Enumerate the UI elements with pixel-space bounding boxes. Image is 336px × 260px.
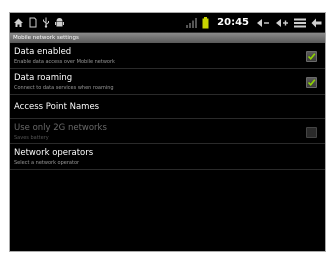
home-icon[interactable] <box>13 17 24 28</box>
battery-icon <box>202 16 209 28</box>
sd-card-icon <box>29 17 37 28</box>
data-roaming-checkbox[interactable] <box>306 77 317 88</box>
use-2g-only-summary: Saves battery <box>14 135 49 141</box>
check-icon <box>307 53 316 61</box>
volume-up-icon[interactable] <box>275 18 289 28</box>
data-roaming-title: Data roaming <box>14 73 73 83</box>
access-point-names-title: Access Point Names <box>14 102 100 112</box>
use-2g-only-item: Use only 2G networks Saves battery <box>10 119 325 144</box>
use-2g-only-checkbox <box>306 127 317 138</box>
device-screen: 20:45 Mobile network settings Data enabl… <box>9 12 326 252</box>
network-operators-item[interactable]: Network operators Select a network opera… <box>10 144 325 170</box>
menu-icon[interactable] <box>294 18 306 28</box>
page-title: Mobile network settings <box>13 35 79 41</box>
clock: 20:45 <box>217 17 249 28</box>
data-enabled-summary: Enable data access over Mobile network <box>14 59 115 65</box>
use-2g-only-title: Use only 2G networks <box>14 123 107 133</box>
check-icon <box>307 79 316 87</box>
settings-title-bar: Mobile network settings <box>10 33 325 43</box>
android-debug-icon <box>55 18 64 27</box>
back-icon[interactable] <box>311 18 322 28</box>
signal-icon <box>186 18 198 28</box>
network-operators-summary: Select a network operator <box>14 160 80 166</box>
data-enabled-item[interactable]: Data enabled Enable data access over Mob… <box>10 43 325 69</box>
data-roaming-summary: Connect to data services when roaming <box>14 85 114 91</box>
status-bar: 20:45 <box>10 13 325 33</box>
settings-list: Data enabled Enable data access over Mob… <box>10 43 325 170</box>
network-operators-title: Network operators <box>14 148 94 158</box>
data-roaming-item[interactable]: Data roaming Connect to data services wh… <box>10 69 325 95</box>
data-enabled-title: Data enabled <box>14 47 72 57</box>
volume-down-icon[interactable] <box>256 18 270 28</box>
access-point-names-item[interactable]: Access Point Names <box>10 95 325 119</box>
data-enabled-checkbox[interactable] <box>306 51 317 62</box>
usb-icon <box>43 17 49 28</box>
